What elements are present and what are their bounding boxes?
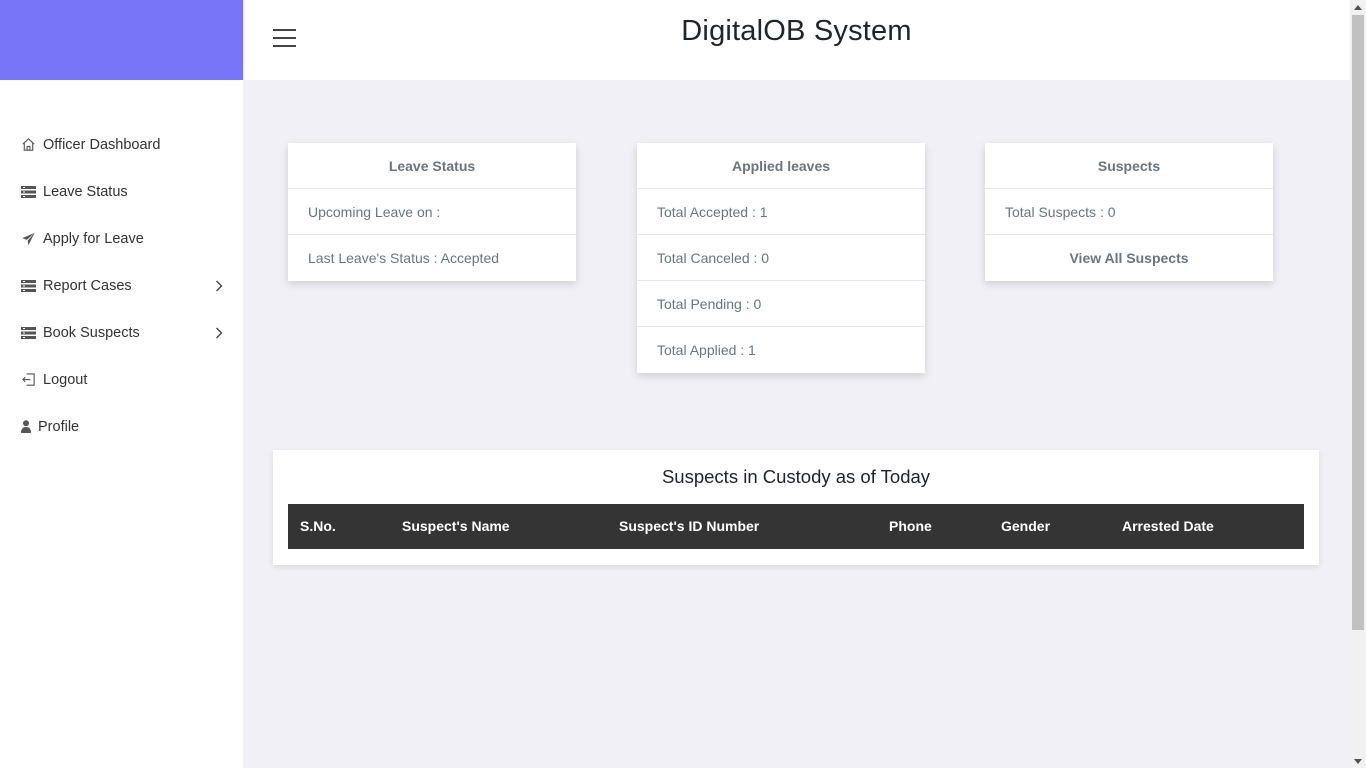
sidebar-item-label: Apply for Leave <box>43 230 144 247</box>
sidebar-item-apply-for-leave[interactable]: Apply for Leave <box>0 215 243 262</box>
chevron-right-icon[interactable] <box>214 279 224 293</box>
view-all-suspects-link[interactable]: View All Suspects <box>985 235 1273 281</box>
card-row: Total Pending : 0 <box>637 281 925 327</box>
list-icon <box>20 184 36 200</box>
scroll-up-arrow-icon[interactable] <box>1350 0 1366 14</box>
card-title: Applied leaves <box>637 143 925 189</box>
card-row: Last Leave's Status : Accepted <box>308 250 500 266</box>
card-title: Leave Status <box>288 143 576 189</box>
sidebar: Officer Dashboard Leave Status Apply for… <box>0 0 243 768</box>
sidebar-item-profile[interactable]: Profile <box>0 403 243 450</box>
paper-plane-icon <box>20 231 36 247</box>
card-title: Suspects <box>985 143 1273 189</box>
sidebar-item-label: Profile <box>38 418 80 435</box>
sidebar-item-label: Officer Dashboard <box>43 136 161 153</box>
sidebar-item-label: Leave Status <box>43 183 128 200</box>
top-header: DigitalOB System <box>243 0 1350 80</box>
applied-leaves-card: Applied leaves Total Accepted : 1 Total … <box>637 143 925 373</box>
sidebar-nav: Officer Dashboard Leave Status Apply for… <box>0 121 243 450</box>
sidebar-item-report-cases[interactable]: Report Cases <box>0 262 243 309</box>
sidebar-item-logout[interactable]: Logout <box>0 356 243 403</box>
list-icon <box>20 325 36 341</box>
home-icon <box>20 137 36 153</box>
sidebar-item-leave-status[interactable]: Leave Status <box>0 168 243 215</box>
sidebar-item-label: Report Cases <box>43 277 132 294</box>
logout-icon <box>20 372 36 388</box>
user-icon <box>20 419 31 435</box>
column-header-sno[interactable]: S.No. <box>300 504 336 549</box>
scrollbar[interactable] <box>1350 0 1366 768</box>
custody-panel: Suspects in Custody as of Today S.No. Su… <box>273 450 1319 565</box>
list-icon <box>20 278 36 294</box>
scroll-down-arrow-icon[interactable] <box>1350 754 1366 768</box>
column-header-suspect-name[interactable]: Suspect's Name <box>402 504 510 549</box>
sidebar-item-label: Book Suspects <box>43 324 140 341</box>
custody-table-header: S.No. Suspect's Name Suspect's ID Number… <box>288 504 1304 549</box>
column-header-gender[interactable]: Gender <box>1001 504 1050 549</box>
page-title: DigitalOB System <box>681 15 912 47</box>
section-title: Suspects in Custody as of Today <box>661 466 931 487</box>
sidebar-item-book-suspects[interactable]: Book Suspects <box>0 309 243 356</box>
suspects-card: Suspects Total Suspects : 0 View All Sus… <box>985 143 1273 281</box>
sidebar-brand <box>0 0 243 80</box>
card-row: Total Applied : 1 <box>657 342 756 358</box>
sidebar-item-officer-dashboard[interactable]: Officer Dashboard <box>0 121 243 168</box>
chevron-right-icon[interactable] <box>214 326 224 340</box>
leave-status-card: Leave Status Upcoming Leave on : Last Le… <box>288 143 576 281</box>
card-row: Total Canceled : 0 <box>637 235 925 281</box>
column-header-phone[interactable]: Phone <box>889 504 932 549</box>
card-row: Upcoming Leave on : <box>288 189 576 235</box>
card-row: Total Suspects : 0 <box>985 189 1273 235</box>
column-header-arrested-date[interactable]: Arrested Date <box>1122 504 1214 549</box>
scroll-thumb[interactable] <box>1352 15 1364 630</box>
card-row: Total Accepted : 1 <box>637 189 925 235</box>
sidebar-item-label: Logout <box>43 371 88 388</box>
column-header-suspect-id[interactable]: Suspect's ID Number <box>619 504 759 549</box>
